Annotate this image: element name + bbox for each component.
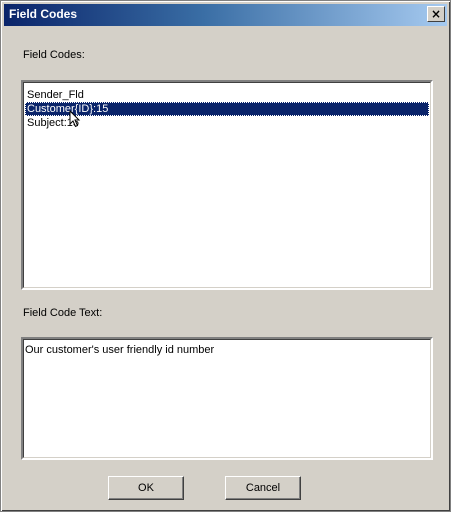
field-code-text-area[interactable]: Our customer's user friendly id number [21, 337, 433, 460]
field-codes-dialog: Field Codes × Field Codes: Sender_Fld Cu… [0, 0, 451, 512]
close-button[interactable]: × [427, 6, 445, 22]
close-icon: × [430, 7, 442, 21]
field-code-text-value: Our customer's user friendly id number [25, 344, 215, 356]
title-bar[interactable]: Field Codes × [4, 4, 447, 26]
list-item[interactable]: Subject:15 [25, 116, 429, 130]
field-code-text-label: Field Code Text: [23, 307, 103, 319]
ok-button[interactable]: OK [108, 476, 184, 500]
mouse-cursor-icon [69, 110, 81, 128]
cancel-button[interactable]: Cancel [225, 476, 301, 500]
list-item[interactable]: Sender_Fld [25, 88, 429, 102]
window-title: Field Codes [9, 7, 78, 21]
field-codes-list[interactable]: Sender_Fld Customer{ID}:15 Subject:15 [21, 80, 433, 290]
field-codes-label: Field Codes: [23, 49, 85, 61]
list-item-selected[interactable]: Customer{ID}:15 [25, 102, 429, 116]
